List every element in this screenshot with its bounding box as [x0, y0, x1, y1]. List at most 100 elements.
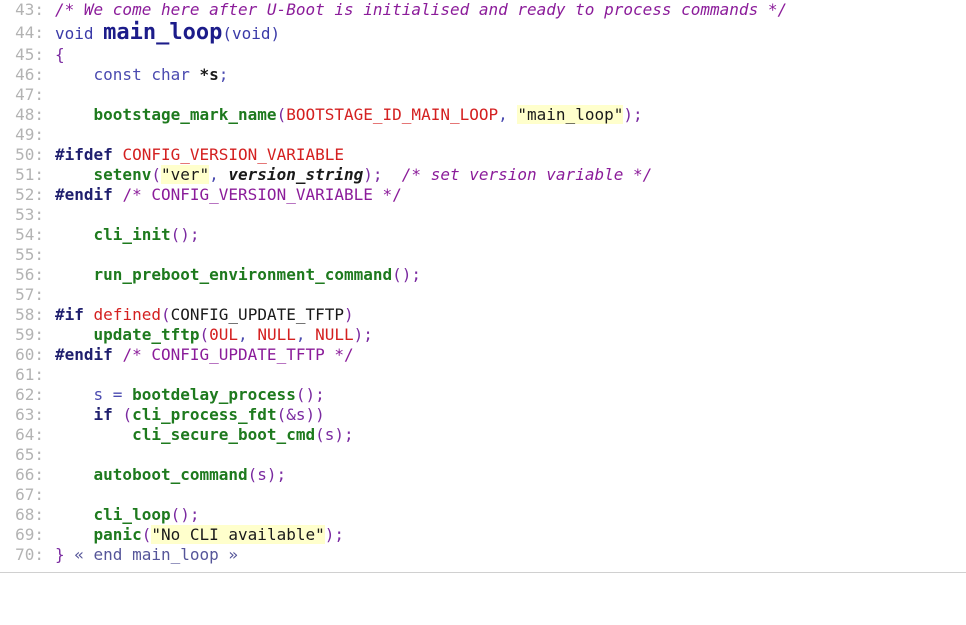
- paren: ();: [170, 505, 200, 524]
- function-call[interactable]: setenv: [94, 165, 152, 184]
- code-line: 46 const char *s;: [0, 65, 966, 85]
- preprocessor: #ifdef: [55, 145, 113, 164]
- line-number: 49: [0, 125, 44, 145]
- paren: (: [122, 405, 133, 424]
- string-literal: "ver": [160, 165, 210, 184]
- paren: ): [344, 305, 354, 324]
- keyword: void: [55, 24, 104, 43]
- function-call[interactable]: update_tftp: [94, 325, 200, 344]
- fold-marker[interactable]: « end main_loop »: [65, 545, 238, 564]
- paren: );: [363, 165, 383, 184]
- line-number: 44: [0, 20, 44, 45]
- code-line: 62 s = bootdelay_process();: [0, 385, 966, 405]
- code-line: 58 #if defined(CONFIG_UPDATE_TFTP): [0, 305, 966, 325]
- line-number: 57: [0, 285, 44, 305]
- line-number: 43: [0, 0, 44, 20]
- paren: ();: [295, 385, 325, 404]
- config-macro: CONFIG_VERSION_VARIABLE: [122, 145, 344, 164]
- type-decl: const char: [93, 65, 200, 84]
- paren: (: [199, 325, 210, 344]
- line-number: 67: [0, 485, 44, 505]
- line-number: 65: [0, 445, 44, 465]
- code-line: 48 bootstage_mark_name(BOOTSTAGE_ID_MAIN…: [0, 105, 966, 125]
- line-number: 48: [0, 105, 44, 125]
- code-line: 56 run_preboot_environment_command();: [0, 265, 966, 285]
- null-literal: NULL: [257, 325, 296, 344]
- code-line: 67: [0, 485, 966, 505]
- line-number: 47: [0, 85, 44, 105]
- code-line: 51 setenv("ver", version_string); /* set…: [0, 165, 966, 185]
- line-number: 51: [0, 165, 44, 185]
- line-number: 56: [0, 265, 44, 285]
- code-line: 47: [0, 85, 966, 105]
- comma: ,: [295, 325, 316, 344]
- semicolon: ;: [218, 65, 229, 84]
- line-number: 54: [0, 225, 44, 245]
- function-call[interactable]: cli_process_fdt: [132, 405, 277, 424]
- args: (&s)): [276, 405, 325, 424]
- variable: *s: [199, 65, 219, 84]
- function-call[interactable]: cli_init: [94, 225, 171, 244]
- paren: ();: [170, 225, 200, 244]
- line-number: 50: [0, 145, 44, 165]
- function-call[interactable]: bootstage_mark_name: [94, 105, 277, 124]
- function-call[interactable]: bootdelay_process: [132, 385, 296, 404]
- code-line: 70 } « end main_loop »: [0, 545, 966, 565]
- brace: }: [55, 545, 65, 564]
- code-line: 65: [0, 445, 966, 465]
- line-number: 53: [0, 205, 44, 225]
- paren: );: [324, 525, 344, 544]
- code-line: 61: [0, 365, 966, 385]
- code-line: 60 #endif /* CONFIG_UPDATE_TFTP */: [0, 345, 966, 365]
- args: (s);: [315, 425, 354, 444]
- code-line: 52 #endif /* CONFIG_VERSION_VARIABLE */: [0, 185, 966, 205]
- line-number: 66: [0, 465, 44, 485]
- code-line: 53: [0, 205, 966, 225]
- code-line: 69 panic("No CLI available");: [0, 525, 966, 545]
- comma: ,: [498, 105, 518, 124]
- brace: {: [55, 45, 65, 64]
- line-number: 58: [0, 305, 44, 325]
- code-line: 50 #ifdef CONFIG_VERSION_VARIABLE: [0, 145, 966, 165]
- line-number: 55: [0, 245, 44, 265]
- paren: );: [353, 325, 373, 344]
- config-macro: CONFIG_UPDATE_TFTP: [170, 305, 345, 324]
- preprocessor: #endif: [55, 345, 113, 364]
- code-comment: /* CONFIG_UPDATE_TFTP */: [122, 345, 354, 364]
- code-line: 45 {: [0, 45, 966, 65]
- code-comment: /* set version variable */: [401, 165, 653, 184]
- line-number: 61: [0, 365, 44, 385]
- comma: ,: [238, 325, 258, 344]
- code-line: 63 if (cli_process_fdt(&s)): [0, 405, 966, 425]
- paren: (: [160, 305, 171, 324]
- line-number: 69: [0, 525, 44, 545]
- divider: [0, 572, 966, 573]
- code-line: 43 /* We come here after U-Boot is initi…: [0, 0, 966, 20]
- code-line: 49: [0, 125, 966, 145]
- code-line: 54 cli_init();: [0, 225, 966, 245]
- variable: version_string: [228, 165, 364, 184]
- paren: ();: [392, 265, 422, 284]
- function-name[interactable]: main_loop: [103, 20, 222, 45]
- string-literal: "No CLI available": [151, 525, 325, 544]
- function-call[interactable]: run_preboot_environment_command: [94, 265, 393, 284]
- code-line: 68 cli_loop();: [0, 505, 966, 525]
- line-number: 68: [0, 505, 44, 525]
- args: (s);: [247, 465, 287, 484]
- code-line: 64 cli_secure_boot_cmd(s);: [0, 425, 966, 445]
- code-line: 55: [0, 245, 966, 265]
- function-call[interactable]: cli_secure_boot_cmd: [132, 425, 315, 444]
- code-line: 66 autoboot_command(s);: [0, 465, 966, 485]
- function-call[interactable]: panic: [94, 525, 142, 544]
- comma: ,: [209, 165, 229, 184]
- defined-operator: defined: [93, 305, 161, 324]
- line-number: 46: [0, 65, 44, 85]
- line-number: 64: [0, 425, 44, 445]
- line-number: 45: [0, 45, 44, 65]
- line-number: 60: [0, 345, 44, 365]
- function-call[interactable]: cli_loop: [94, 505, 171, 524]
- line-number: 59: [0, 325, 44, 345]
- function-call[interactable]: autoboot_command: [94, 465, 248, 484]
- paren: (: [151, 165, 161, 184]
- line-number: 63: [0, 405, 44, 425]
